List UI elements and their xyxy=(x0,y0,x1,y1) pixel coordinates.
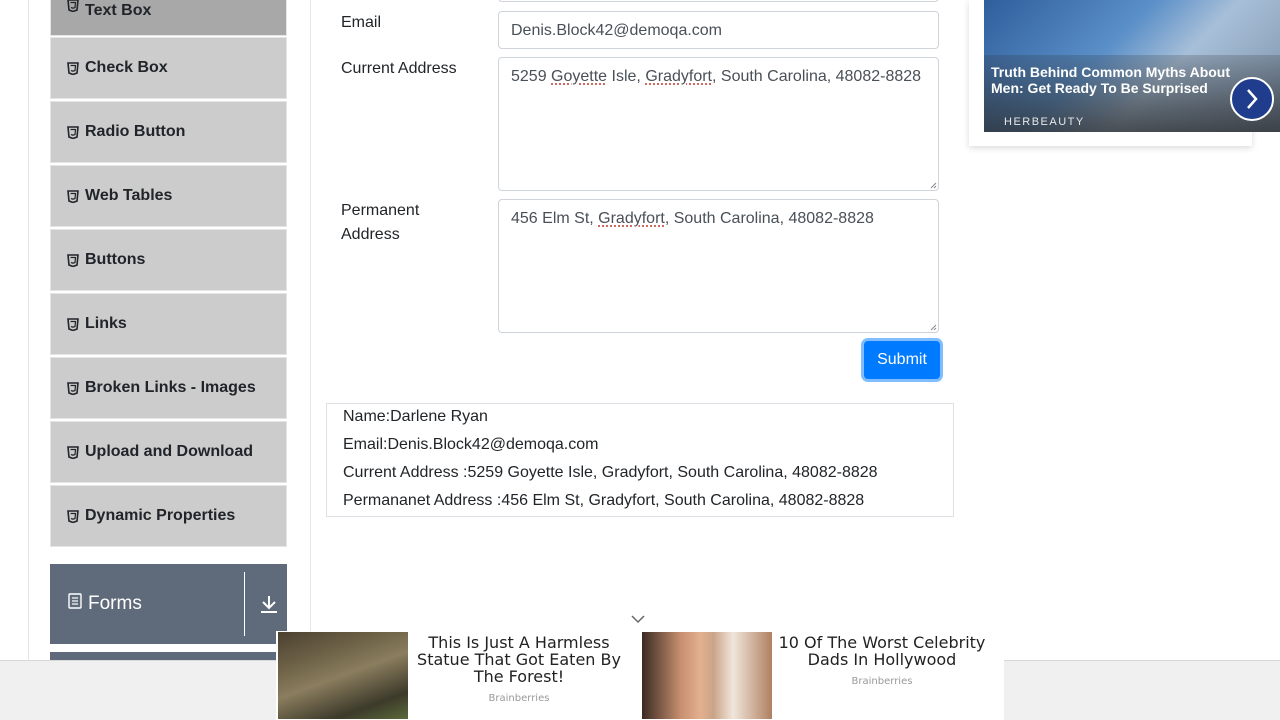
permanent-address-label: Permanent Address xyxy=(341,199,419,247)
email-field[interactable]: Denis.Block42@demoqa.com xyxy=(498,11,939,49)
email-label: Email xyxy=(341,14,382,31)
sidebar-item-check-box[interactable]: Check Box xyxy=(50,37,287,99)
sidebar-item-dynamic-properties[interactable]: Dynamic Properties xyxy=(50,485,287,547)
sidebar-item-label: Text Box xyxy=(85,2,152,19)
label-line: Permanent xyxy=(341,202,420,219)
text-segment: Gradyfort xyxy=(598,210,665,227)
left-border xyxy=(28,0,29,720)
page: Text Box Check Box Radio Button Web Tabl… xyxy=(0,0,1280,720)
text-segment: Gradyfort xyxy=(645,68,712,85)
ad-title[interactable]: Truth Behind Common Myths About Men: Get… xyxy=(991,64,1231,96)
text-segment: 5259 xyxy=(511,68,552,85)
output-email: Email:Denis.Block42@demoqa.com xyxy=(343,436,599,453)
text-segment: 456 Elm St, xyxy=(511,210,599,227)
resize-handle-icon[interactable] xyxy=(930,182,937,189)
html5-icon xyxy=(67,125,79,139)
html5-icon xyxy=(67,253,79,267)
sidebar-item-label: Dynamic Properties xyxy=(85,507,236,524)
sidebar-group-forms[interactable]: Forms xyxy=(50,564,287,644)
sidebar-item-upload-download[interactable]: Upload and Download xyxy=(50,421,287,483)
text-segment: Isle, xyxy=(607,68,646,85)
ad-source: Brainberries xyxy=(488,693,550,704)
html5-icon xyxy=(67,509,79,523)
sidebar-item-label: Broken Links - Images xyxy=(85,379,256,396)
permanent-address-field[interactable]: 456 Elm St, Gradyfort, South Carolina, 4… xyxy=(498,199,939,333)
ad-next-button[interactable] xyxy=(1230,77,1274,121)
sidebar-item-broken-links[interactable]: Broken Links - Images xyxy=(50,357,287,419)
sidebar-item-label: Links xyxy=(85,315,127,332)
text-segment: , South Carolina, 48082-8828 xyxy=(664,210,874,227)
ad-headline[interactable]: This Is Just A Harmless Statue That Got … xyxy=(410,634,628,685)
sidebar-item-text-box[interactable]: Text Box xyxy=(50,0,287,36)
content-divider xyxy=(310,0,311,720)
ad-thumbnail[interactable] xyxy=(642,632,772,719)
sidebar-item-label: Buttons xyxy=(85,251,146,268)
sidebar-item-label: Web Tables xyxy=(85,187,173,204)
ad-source: Brainberries xyxy=(851,676,913,687)
sidebar-group-label: Forms xyxy=(88,593,142,614)
ad-source: HERBEAUTY xyxy=(1004,116,1085,128)
html5-icon xyxy=(67,317,79,331)
sidebar-item-label: Check Box xyxy=(85,59,168,76)
html5-icon xyxy=(67,189,79,203)
current-address-label: Current Address xyxy=(341,60,457,77)
current-address-field[interactable]: 5259 Goyette Isle, Gradyfort, South Caro… xyxy=(498,57,939,191)
html5-icon xyxy=(67,61,79,75)
html5-icon xyxy=(67,0,79,12)
ad-headline[interactable]: 10 Of The Worst Celebrity Dads In Hollyw… xyxy=(774,634,990,668)
sidebar-item-buttons[interactable]: Buttons xyxy=(50,229,287,291)
sidebar-item-links[interactable]: Links xyxy=(50,293,287,355)
text-segment: Goyette xyxy=(551,68,608,85)
chevron-down-icon[interactable] xyxy=(630,612,646,630)
document-icon xyxy=(68,593,82,615)
group-separator xyxy=(244,572,245,636)
label-line: Address xyxy=(341,226,400,243)
submit-button[interactable]: Submit xyxy=(864,341,940,379)
html5-icon xyxy=(67,445,79,459)
output-panel: Name:Darlene Ryan Email:Denis.Block42@de… xyxy=(326,403,954,517)
sidebar-item-label: Upload and Download xyxy=(85,443,253,460)
text-segment: , South Carolina, 48082-8828 xyxy=(712,68,922,85)
full-name-field-edge[interactable] xyxy=(498,0,939,2)
ad-thumbnail[interactable] xyxy=(278,632,408,719)
output-name: Name:Darlene Ryan xyxy=(343,408,488,425)
resize-handle-icon[interactable] xyxy=(930,324,937,331)
output-current-address: Current Address :5259 Goyette Isle, Grad… xyxy=(343,464,878,481)
download-arrow-icon[interactable] xyxy=(258,594,280,619)
sidebar-item-label: Radio Button xyxy=(85,123,186,140)
sidebar-item-radio-button[interactable]: Radio Button xyxy=(50,101,287,163)
chevron-right-icon xyxy=(1247,89,1258,109)
sidebar-item-web-tables[interactable]: Web Tables xyxy=(50,165,287,227)
output-permanent-address: Permananet Address :456 Elm St, Gradyfor… xyxy=(343,492,865,509)
html5-icon xyxy=(67,381,79,395)
